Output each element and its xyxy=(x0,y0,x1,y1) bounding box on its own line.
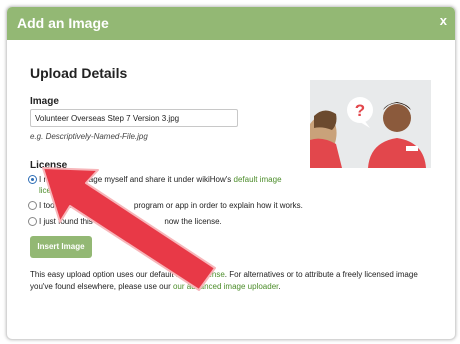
image-filename-hint: e.g. Descriptively-Named-File.jpg xyxy=(30,132,148,141)
license-option-found-online[interactable]: I just found this online now the license. xyxy=(28,216,318,227)
license-option-own[interactable]: I made this image myself and share it un… xyxy=(28,174,318,196)
license-option-screenshot[interactable]: I took a so program or app in order to ex… xyxy=(28,200,318,211)
image-label: Image xyxy=(30,96,59,107)
license-option-found-online-text: I just found this online now the license. xyxy=(39,217,222,226)
radio-found-online[interactable] xyxy=(28,217,37,226)
license-label: License xyxy=(30,160,68,171)
image-license-link[interactable]: image license xyxy=(176,270,225,279)
image-preview-illustration: ? xyxy=(310,80,431,168)
radio-screenshot[interactable] xyxy=(28,201,37,210)
close-icon[interactable]: x xyxy=(440,13,447,28)
image-preview: ? xyxy=(310,80,431,168)
insert-image-button[interactable]: Insert Image xyxy=(30,236,92,258)
add-image-dialog: Add an Image x Upload Details Image e.g.… xyxy=(6,6,456,340)
upload-details-heading: Upload Details xyxy=(30,65,128,81)
advanced-uploader-link[interactable]: our advanced image uploader xyxy=(173,282,278,291)
dialog-title: Add an Image xyxy=(17,15,109,31)
image-filename-input[interactable] xyxy=(30,109,238,127)
license-option-screenshot-text: I took a so program or app in order to ex… xyxy=(39,201,303,210)
upload-footer-note: This easy upload option uses our default… xyxy=(30,270,418,291)
dialog-header: Add an Image x xyxy=(7,7,455,40)
radio-own-selected[interactable] xyxy=(28,175,37,184)
license-option-own-text: I made this image myself and share it un… xyxy=(39,175,282,195)
svg-text:?: ? xyxy=(355,101,365,120)
